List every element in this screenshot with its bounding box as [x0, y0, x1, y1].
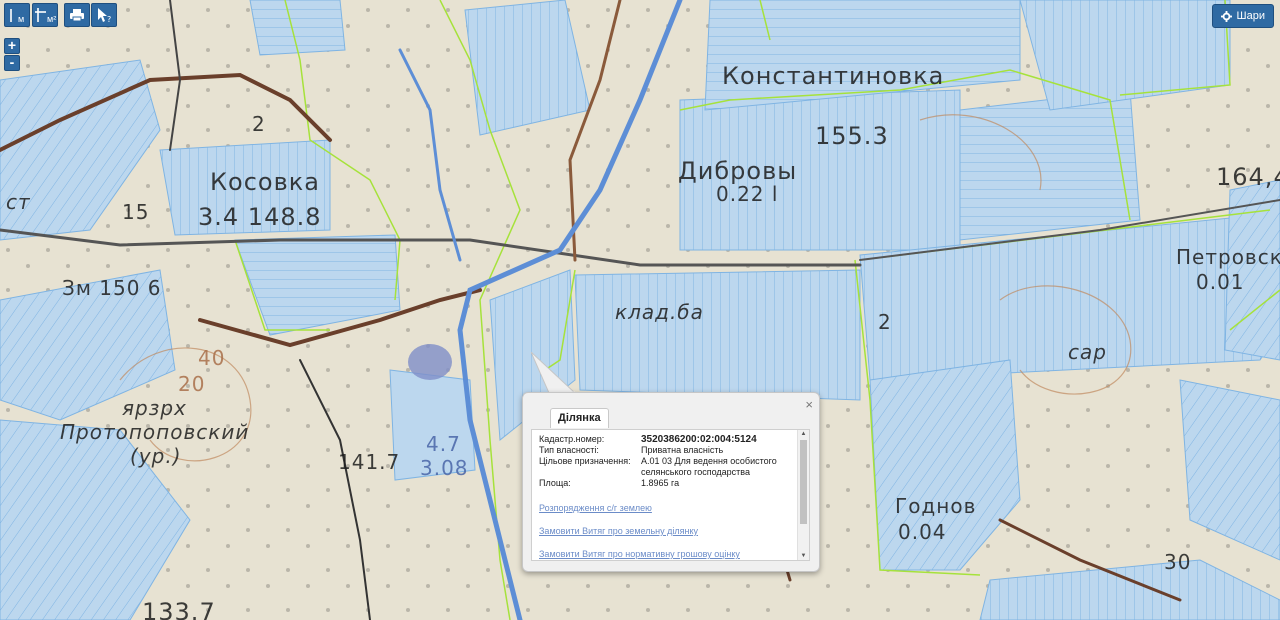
map-label-sar: сар — [1068, 340, 1107, 364]
map-label-petrovskoe: Петровское — [1176, 245, 1280, 269]
map-label-v40: 40 — [198, 346, 226, 370]
popup-content[interactable]: Кадастр.номер: 3520386200:02:004:5124 Ти… — [531, 429, 810, 561]
map-label-v20: 20 — [178, 372, 206, 396]
parcel-info-popup: × Ділянка Кадастр.номер: 3520386200:02:0… — [522, 392, 820, 572]
map-label-st: ст — [6, 190, 31, 214]
info-key: Кадастр.номер: — [539, 434, 605, 444]
area-value: 1.8965 га — [641, 478, 680, 488]
measure-length-label: м — [18, 14, 25, 24]
popup-scrollbar[interactable]: ▲ ▼ — [797, 430, 809, 560]
map-label-yarzh-sub: (ур.) — [130, 444, 182, 468]
map-label-h133: 133.7 — [142, 598, 216, 620]
map-label-v308: 3.08 — [420, 456, 469, 480]
info-row-purpose: Цільове призначення: А.01 03 Для ведення… — [539, 456, 797, 478]
map-label-v2b: 2 — [878, 310, 892, 334]
map-label-petrovskoe-sub: 0.01 — [1196, 270, 1245, 294]
ownership-type-value: Приватна власність — [641, 445, 724, 455]
svg-text:?: ? — [107, 15, 111, 23]
map-label-kosovka: Косовка — [210, 168, 320, 196]
measure-length-button[interactable]: м — [4, 3, 30, 27]
map-label-godnov: Годнов — [895, 494, 977, 518]
measure-area-button[interactable]: м² — [32, 3, 58, 27]
info-key: Тип власності: — [539, 445, 599, 455]
scroll-up-icon[interactable]: ▲ — [798, 431, 809, 437]
map-label-h155: 155.3 — [815, 122, 889, 150]
map-label-v30: 30 — [1164, 550, 1192, 574]
purpose-value: А.01 03 Для ведення особистого селянсько… — [641, 456, 777, 477]
map-label-h141: 141.7 — [338, 450, 401, 474]
zoom-out-button[interactable]: - — [4, 55, 20, 71]
map-label-dybrovy: Дибровы — [678, 157, 798, 185]
map-label-v15: 15 — [122, 200, 150, 224]
order-parcel-extract-link[interactable]: Замовити Витяг про земельну ділянку — [539, 526, 797, 537]
info-key: Цільове призначення: — [539, 456, 631, 466]
info-key: Площа: — [539, 478, 571, 488]
identify-cursor-icon: ? — [98, 8, 111, 23]
print-icon — [70, 9, 84, 22]
land-disposal-link[interactable]: Розпорядження с/г землею — [539, 503, 797, 514]
gear-icon — [1220, 10, 1232, 22]
print-button[interactable] — [64, 3, 90, 27]
cadastral-number-value: 3520386200:02:004:5124 — [641, 434, 757, 445]
order-valuation-extract-link[interactable]: Замовити Витяг про нормативну грошову оц… — [539, 549, 797, 560]
map-label-v47: 4.7 — [426, 432, 461, 456]
close-icon[interactable]: × — [805, 397, 813, 412]
tab-parcel[interactable]: Ділянка — [550, 408, 609, 428]
scrollbar-thumb[interactable] — [800, 440, 807, 524]
scroll-down-icon[interactable]: ▼ — [798, 553, 809, 559]
layers-button-label: Шари — [1236, 10, 1265, 22]
measure-area-label: м² — [47, 14, 57, 24]
identify-button[interactable]: ? — [91, 3, 117, 27]
map-label-v2a: 2 — [252, 112, 266, 136]
zoom-in-button[interactable]: + — [4, 38, 20, 54]
layers-button[interactable]: Шари — [1211, 4, 1274, 28]
lake — [408, 344, 452, 380]
map-label-zm150: Зм 150 6 — [62, 276, 162, 300]
map-label-dybrovy-sub: 0.22 l — [716, 182, 779, 206]
map-label-protopopovsky: Протопоповский — [60, 420, 250, 444]
map-label-v004: 0.04 — [898, 520, 947, 544]
map-label-h164: 164,4 — [1216, 163, 1280, 191]
map-label-kladbishche: клад.ба — [615, 300, 704, 324]
map-label-konstantinovka: Константиновка — [722, 62, 945, 90]
info-row-area: Площа: 1.8965 га — [539, 478, 797, 489]
map-label-h148: 3.4 148.8 — [198, 203, 322, 231]
info-row-cadastral-number: Кадастр.номер: 3520386200:02:004:5124 — [539, 434, 797, 445]
map-label-yarzh: ярзрх — [122, 396, 187, 420]
info-row-ownership-type: Тип власності: Приватна власність — [539, 445, 797, 456]
